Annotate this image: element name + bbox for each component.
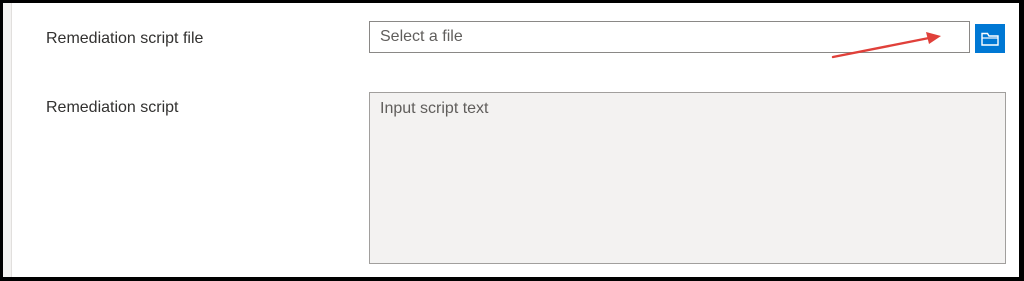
form-panel: Remediation script file Remediation scri… [0,0,1024,281]
folder-icon [981,32,999,46]
select-file-input[interactable] [369,21,970,53]
left-panel-edge [3,3,12,277]
remediation-script-textarea[interactable] [369,92,1006,264]
remediation-script-file-label: Remediation script file [46,30,204,47]
browse-file-button[interactable] [975,24,1005,53]
remediation-script-label: Remediation script [46,99,179,116]
